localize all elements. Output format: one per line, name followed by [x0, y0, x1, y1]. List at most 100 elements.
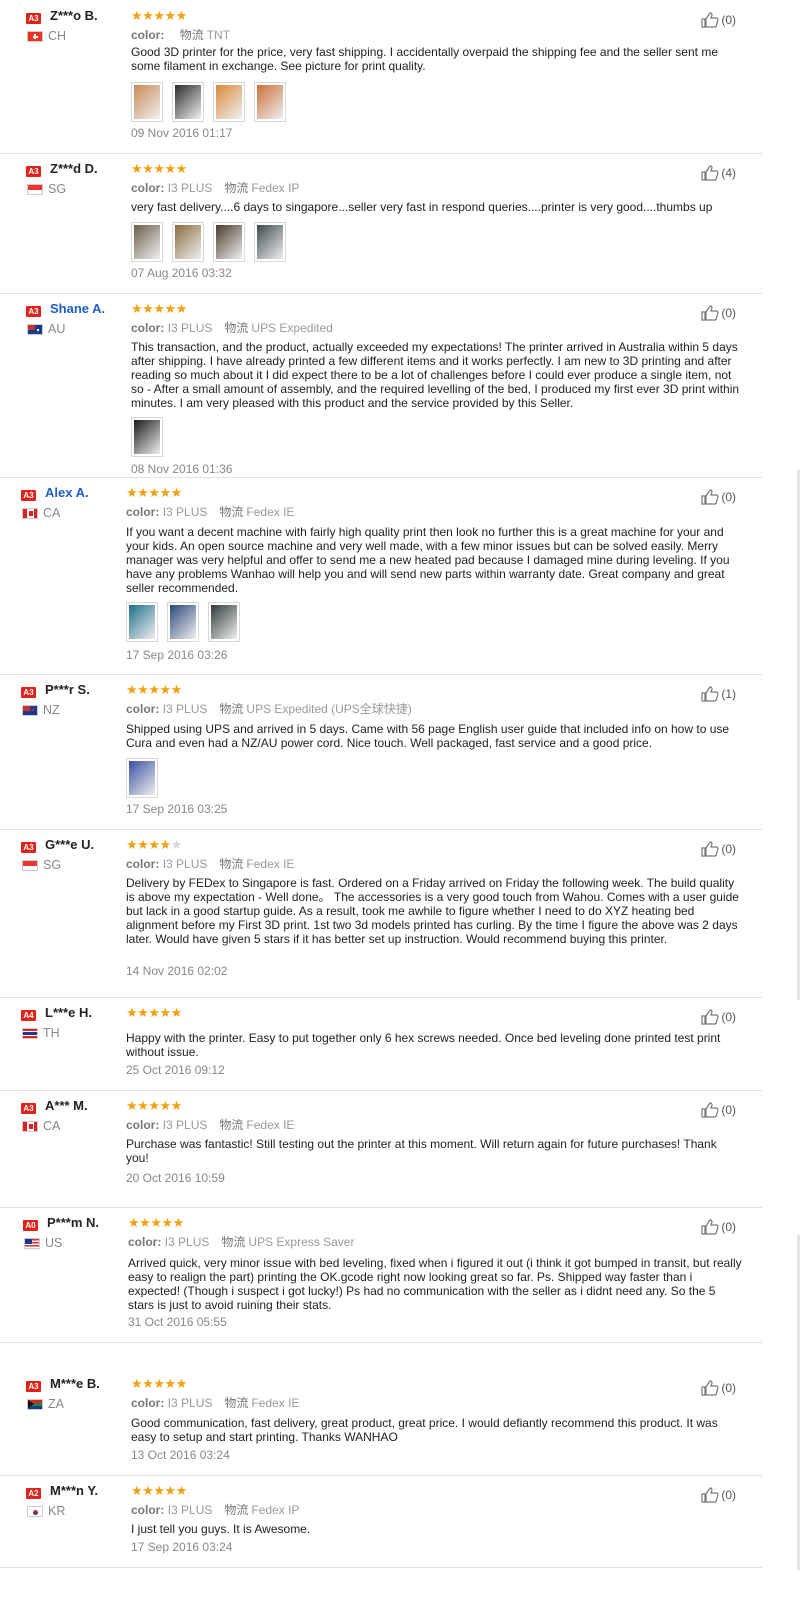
helpful-count: (0): [721, 842, 736, 856]
thumbs-up-icon[interactable]: [701, 1380, 719, 1396]
review-photo[interactable]: [254, 222, 286, 262]
star-rating: ★★★★★: [126, 837, 182, 853]
helpful-button[interactable]: (0): [701, 1102, 736, 1118]
review-photo[interactable]: [254, 82, 286, 122]
buyer-level-badge: A0: [23, 1220, 38, 1231]
logistics-value: TNT: [206, 28, 231, 42]
buyer-name[interactable]: Shane A.: [50, 301, 105, 316]
helpful-button[interactable]: (1): [701, 686, 736, 702]
review-date: 17 Sep 2016 03:25: [126, 802, 228, 816]
helpful-button[interactable]: (0): [701, 1487, 736, 1503]
review-photo[interactable]: [167, 602, 199, 642]
star-rating: ★★★★★: [126, 485, 182, 501]
buyer-country: ZA: [48, 1397, 64, 1411]
star-icon: ★: [153, 1483, 165, 1498]
review-photo[interactable]: [126, 758, 158, 798]
review-photos: [131, 417, 163, 457]
helpful-count: (0): [721, 306, 736, 320]
star-icon: ★: [142, 161, 154, 176]
buyer-name: P***m N.: [47, 1215, 100, 1230]
review-photos: [131, 222, 286, 262]
buyer-country: CA: [43, 1119, 61, 1133]
logistics-value: Fedex IP: [251, 1503, 300, 1517]
star-rating: ★★★★★: [126, 1005, 182, 1021]
helpful-button[interactable]: (0): [701, 1009, 736, 1025]
review-text: Delivery by FEDex to Singapore is fast. …: [126, 876, 739, 946]
thumbs-up-icon[interactable]: [701, 1102, 719, 1118]
review-photo[interactable]: [172, 222, 204, 262]
buyer-name[interactable]: Alex A.: [45, 485, 89, 500]
review-photo[interactable]: [126, 602, 158, 642]
thumbs-up-icon[interactable]: [701, 686, 719, 702]
star-icon: ★: [153, 301, 165, 316]
star-icon: ★: [170, 837, 183, 852]
buyer-level-badge: A3: [26, 306, 41, 317]
buyer-country: NZ: [43, 703, 60, 717]
helpful-button[interactable]: (0): [701, 12, 736, 28]
star-icon: ★: [137, 1098, 149, 1113]
helpful-button[interactable]: (0): [701, 841, 736, 857]
review-photo[interactable]: [131, 222, 163, 262]
logistics-label: 物流: [179, 28, 204, 42]
star-icon: ★: [131, 8, 143, 23]
star-icon: ★: [139, 1215, 151, 1230]
helpful-button[interactable]: (0): [701, 305, 736, 321]
star-icon: ★: [170, 1005, 183, 1020]
star-icon: ★: [170, 485, 183, 500]
helpful-button[interactable]: (0): [701, 1219, 736, 1235]
order-info: color: I3 PLUS 物流 Fedex IE: [131, 1394, 299, 1411]
color-label: color:: [126, 1118, 160, 1132]
review-photo[interactable]: [208, 602, 240, 642]
buyer-level-badge: A3: [21, 842, 36, 853]
color-label: color:: [126, 505, 160, 519]
color-label: color:: [131, 1396, 165, 1410]
buyer-level-badge: A3: [21, 490, 36, 501]
review-date: 09 Nov 2016 01:17: [131, 126, 233, 140]
star-icon: ★: [172, 1215, 185, 1230]
color-value: I3 PLUS: [167, 321, 213, 335]
thumbs-up-icon[interactable]: [701, 1487, 719, 1503]
buyer-country: SG: [48, 182, 67, 196]
thumbs-up-icon[interactable]: [701, 1009, 719, 1025]
review-photo[interactable]: [213, 82, 245, 122]
thumbs-up-icon[interactable]: [701, 305, 719, 321]
order-info: color: I3 PLUS 物流 Fedex IP: [131, 179, 299, 196]
thumbs-up-icon[interactable]: [701, 841, 719, 857]
star-icon: ★: [137, 1005, 149, 1020]
star-icon: ★: [175, 1483, 188, 1498]
logistics-label: 物流: [224, 321, 249, 335]
buyer-name: P***r S.: [45, 682, 90, 697]
thumbs-up-icon[interactable]: [701, 1219, 719, 1235]
order-info: color: I3 PLUS 物流 Fedex IE: [126, 1116, 294, 1133]
thumbs-up-icon[interactable]: [701, 165, 719, 181]
review-photo[interactable]: [131, 82, 163, 122]
buyer-name: M***e B.: [50, 1376, 100, 1391]
star-icon: ★: [137, 485, 149, 500]
helpful-button[interactable]: (0): [701, 489, 736, 505]
country-flag-icon: [22, 508, 38, 519]
review-text: I just tell you guys. It is Awesome.: [131, 1522, 311, 1536]
buyer-level-badge: A2: [26, 1488, 41, 1499]
logistics-value: Fedex IE: [246, 1118, 295, 1132]
star-icon: ★: [148, 837, 160, 852]
helpful-button[interactable]: (0): [701, 1380, 736, 1396]
review-date: 08 Nov 2016 01:36: [131, 462, 233, 476]
color-value: I3 PLUS: [164, 1235, 210, 1249]
logistics-label: 物流: [224, 1396, 249, 1410]
star-icon: ★: [159, 682, 171, 697]
review-item: A3 G***e U. SG ★★★★★ color: I3 PLUS 物流 Fedex I…: [0, 829, 762, 998]
helpful-count: (4): [721, 166, 736, 180]
buyer-country: KR: [48, 1504, 66, 1518]
star-icon: ★: [126, 682, 138, 697]
helpful-button[interactable]: (4): [701, 165, 736, 181]
order-info: color: I3 PLUS 物流 UPS Expedited (UPS全球快捷): [126, 700, 412, 717]
review-photo[interactable]: [213, 222, 245, 262]
thumbs-up-icon[interactable]: [701, 489, 719, 505]
review-photo[interactable]: [172, 82, 204, 122]
order-info: color: 物流 TNT: [131, 26, 230, 43]
review-date: 07 Aug 2016 03:32: [131, 266, 232, 280]
star-icon: ★: [159, 1098, 171, 1113]
star-rating: ★★★★★: [131, 1483, 187, 1499]
review-photo[interactable]: [131, 417, 163, 457]
thumbs-up-icon[interactable]: [701, 12, 719, 28]
